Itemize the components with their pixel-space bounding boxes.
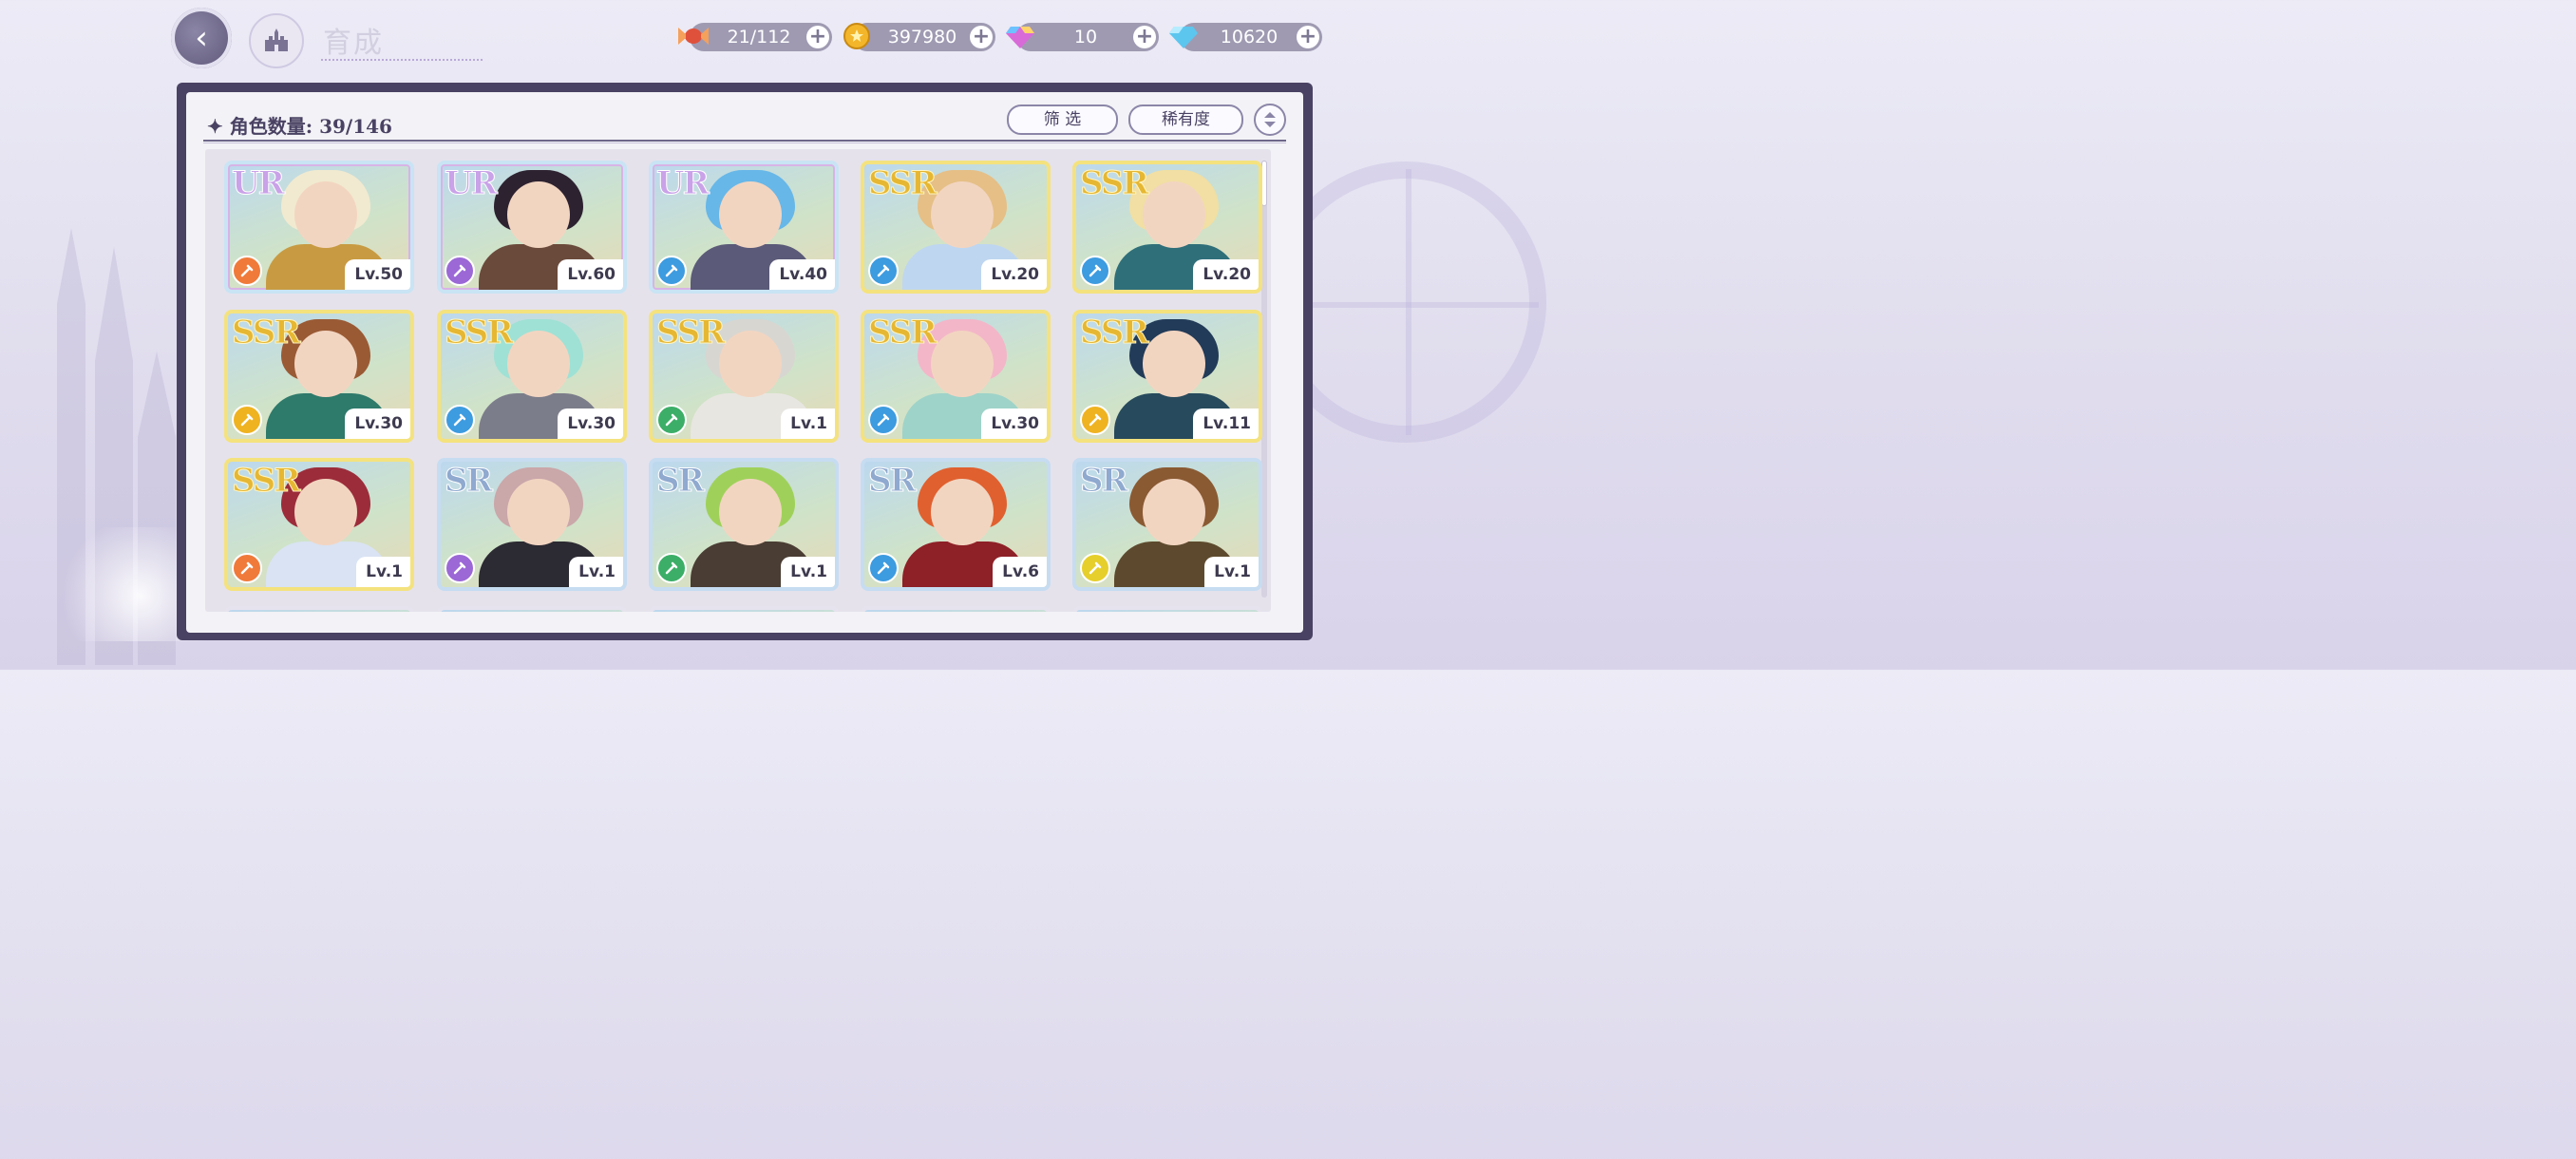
candy-icon bbox=[676, 19, 710, 53]
role-class-icon bbox=[445, 256, 475, 286]
character-card[interactable]: SSR Lv.1 bbox=[649, 310, 839, 443]
level-label: Lv.1 bbox=[781, 557, 835, 587]
character-card[interactable]: SSR Lv.20 bbox=[1072, 161, 1262, 294]
character-count-label: 角色数量: 39/146 bbox=[229, 115, 392, 138]
rarity-badge: SSR bbox=[1080, 164, 1150, 203]
level-label: Lv.60 bbox=[558, 259, 623, 290]
level-label: Lv.30 bbox=[558, 408, 623, 439]
add-gold-button[interactable]: + bbox=[970, 26, 993, 48]
diamond-icon bbox=[1166, 19, 1201, 53]
home-button[interactable] bbox=[249, 13, 304, 68]
currency-gold: 397980 + bbox=[843, 23, 995, 51]
rainbow-gem-icon bbox=[1003, 19, 1037, 53]
back-button[interactable]: ‹ bbox=[171, 8, 232, 68]
stamina-value: 21/112 bbox=[727, 27, 791, 48]
role-class-icon bbox=[1080, 256, 1110, 286]
currency-stamina: 21/112 + bbox=[678, 23, 832, 51]
character-card[interactable]: SSR Lv.20 bbox=[861, 161, 1051, 294]
role-class-icon bbox=[232, 553, 262, 583]
sparkle-icon: ✦ bbox=[207, 115, 223, 138]
character-card[interactable]: SSR Lv.30 bbox=[861, 310, 1051, 443]
sort-rarity-button[interactable]: 稀有度 bbox=[1128, 104, 1243, 135]
rarity-badge: SSR bbox=[232, 314, 302, 352]
character-card-partial[interactable] bbox=[437, 606, 627, 612]
character-card[interactable]: SR Lv.1 bbox=[437, 458, 627, 591]
rarity-badge: SR bbox=[1080, 462, 1129, 501]
character-panel-body: ✦ 角色数量: 39/146 筛 选 稀有度 UR Lv.50 UR Lv.60 UR L… bbox=[186, 92, 1303, 633]
character-card-partial[interactable] bbox=[1072, 606, 1262, 612]
level-label: Lv.40 bbox=[769, 259, 835, 290]
character-grid[interactable]: UR Lv.50 UR Lv.60 UR Lv.40 SSR Lv.20 SSR Lv.20 SSR… bbox=[205, 149, 1271, 612]
level-label: Lv.20 bbox=[981, 259, 1047, 290]
character-card[interactable]: SR Lv.6 bbox=[861, 458, 1051, 591]
character-count: ✦ 角色数量: 39/146 bbox=[207, 111, 392, 139]
character-card[interactable]: SSR Lv.1 bbox=[224, 458, 414, 591]
character-card-partial[interactable] bbox=[224, 606, 414, 612]
role-class-icon bbox=[232, 405, 262, 435]
add-gem-button[interactable]: + bbox=[1133, 26, 1156, 48]
character-card-partial[interactable] bbox=[649, 606, 839, 612]
character-card[interactable]: UR Lv.40 bbox=[649, 161, 839, 294]
level-label: Lv.1 bbox=[569, 557, 623, 587]
level-label: Lv.50 bbox=[345, 259, 410, 290]
add-diamond-button[interactable]: + bbox=[1297, 26, 1319, 48]
character-card[interactable]: SSR Lv.11 bbox=[1072, 310, 1262, 443]
character-card[interactable]: SR Lv.1 bbox=[1072, 458, 1262, 591]
rarity-badge: SSR bbox=[232, 462, 302, 501]
rarity-badge: SSR bbox=[1080, 314, 1150, 352]
filter-button[interactable]: 筛 选 bbox=[1007, 104, 1118, 135]
level-label: Lv.6 bbox=[993, 557, 1047, 587]
role-class-icon bbox=[232, 256, 262, 286]
role-class-icon bbox=[445, 553, 475, 583]
role-class-icon bbox=[868, 256, 899, 286]
character-card[interactable]: UR Lv.50 bbox=[224, 161, 414, 294]
sort-arrows-icon bbox=[1264, 112, 1276, 127]
rarity-badge: SSR bbox=[445, 314, 515, 352]
level-label: Lv.20 bbox=[1193, 259, 1259, 290]
back-arrow-icon: ‹ bbox=[195, 19, 208, 57]
diamond-value: 10620 bbox=[1220, 27, 1279, 48]
currency-gem: 10 + bbox=[1006, 23, 1159, 51]
castle-icon bbox=[265, 28, 288, 51]
role-class-icon bbox=[1080, 553, 1110, 583]
role-class-icon bbox=[868, 553, 899, 583]
role-class-icon bbox=[656, 256, 687, 286]
gold-coin-icon bbox=[840, 19, 874, 53]
castle-silhouette bbox=[38, 190, 180, 665]
gold-value: 397980 bbox=[887, 27, 957, 48]
rarity-badge: SSR bbox=[868, 314, 938, 352]
add-stamina-button[interactable]: + bbox=[806, 26, 829, 48]
level-label: Lv.30 bbox=[345, 408, 410, 439]
level-label: Lv.1 bbox=[1204, 557, 1259, 587]
rarity-badge: SSR bbox=[868, 164, 938, 203]
rarity-badge: SR bbox=[656, 462, 706, 501]
level-label: Lv.1 bbox=[781, 408, 835, 439]
character-card[interactable]: SR Lv.1 bbox=[649, 458, 839, 591]
role-class-icon bbox=[656, 405, 687, 435]
rarity-badge: SR bbox=[445, 462, 494, 501]
role-class-icon bbox=[1080, 405, 1110, 435]
character-panel: ✦ 角色数量: 39/146 筛 选 稀有度 UR Lv.50 UR Lv.60 UR L… bbox=[177, 83, 1313, 640]
role-class-icon bbox=[656, 553, 687, 583]
character-card[interactable]: SSR Lv.30 bbox=[224, 310, 414, 443]
rarity-badge: UR bbox=[232, 164, 286, 203]
character-card[interactable]: UR Lv.60 bbox=[437, 161, 627, 294]
role-class-icon bbox=[868, 405, 899, 435]
rarity-badge: SR bbox=[868, 462, 918, 501]
role-class-icon bbox=[445, 405, 475, 435]
level-label: Lv.11 bbox=[1193, 408, 1259, 439]
header-divider bbox=[203, 140, 1286, 143]
character-card[interactable]: SSR Lv.30 bbox=[437, 310, 627, 443]
character-card-partial[interactable] bbox=[861, 606, 1051, 612]
level-label: Lv.30 bbox=[981, 408, 1047, 439]
gem-value: 10 bbox=[1073, 27, 1098, 48]
rarity-badge: UR bbox=[445, 164, 499, 203]
title-decoration bbox=[321, 42, 483, 61]
level-label: Lv.1 bbox=[356, 557, 410, 587]
sort-order-button[interactable] bbox=[1254, 104, 1286, 136]
rarity-badge: SSR bbox=[656, 314, 727, 352]
rarity-badge: UR bbox=[656, 164, 710, 203]
currency-diamond: 10620 + bbox=[1169, 23, 1322, 51]
